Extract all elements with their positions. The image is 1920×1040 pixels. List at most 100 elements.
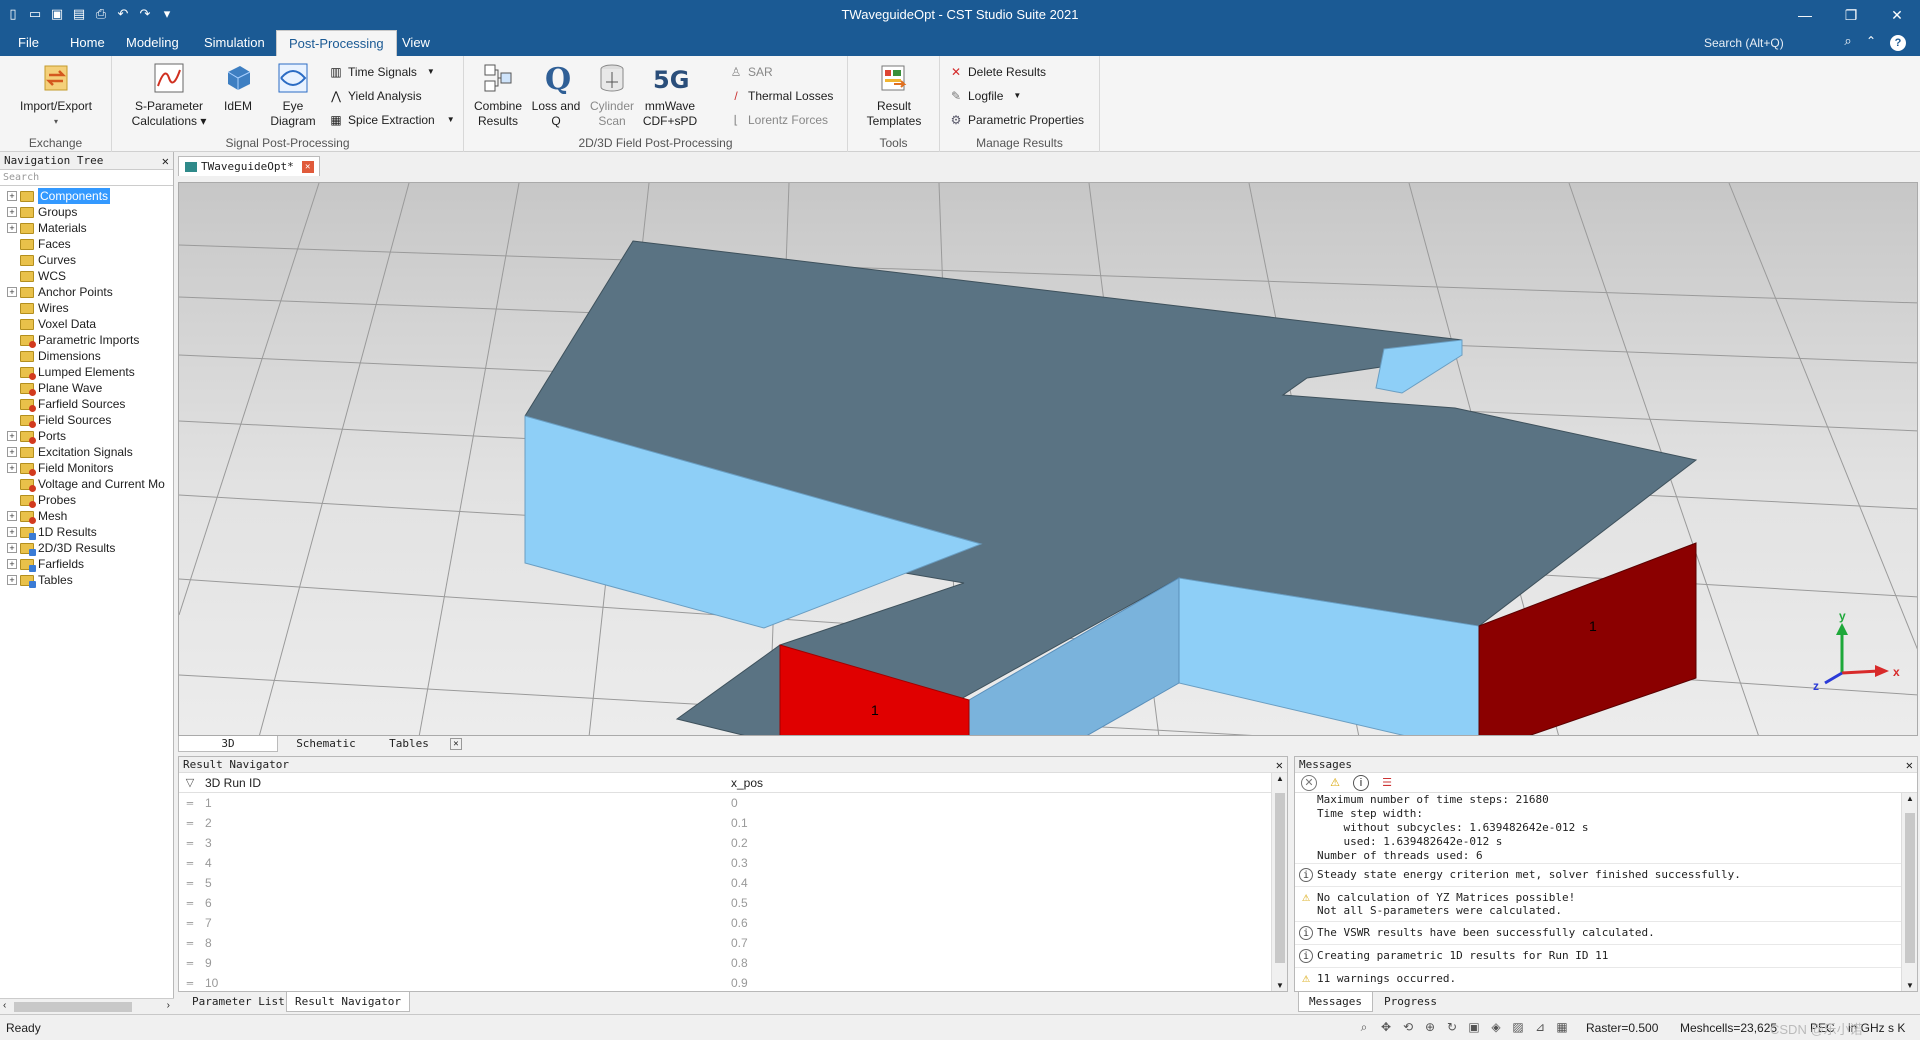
vertical-scrollbar[interactable]: ▲ ▼ [1271,773,1287,991]
scrollbar-thumb[interactable] [1275,793,1285,963]
error-filter-icon[interactable]: ✕ [1301,774,1317,791]
tab-simulation[interactable]: Simulation [192,30,277,56]
idem-button[interactable]: IdEM [210,60,266,114]
thermal-losses-button[interactable]: / Thermal Losses [728,86,833,106]
horizontal-scrollbar[interactable]: ‹ › [0,998,174,1014]
zoom-icon[interactable]: ⊕ [1422,1019,1438,1035]
tree-item[interactable]: + Groups [0,204,173,220]
tab-post-processing[interactable]: Post-Processing [276,30,397,56]
mmwave-button[interactable]: 5G mmWave CDF+sPD [640,60,700,129]
tree-item[interactable]: Curves [0,252,173,268]
tab-modeling[interactable]: Modeling [114,30,191,56]
pan-icon[interactable]: ✥ [1378,1019,1394,1035]
scrollbar-thumb[interactable] [14,1002,132,1012]
s-parameter-calculations-button[interactable]: S-Parameter Calculations ▾ [120,60,218,129]
viewport-canvas[interactable]: 1 1 y x z [179,183,1918,736]
tab-result-navigator[interactable]: Result Navigator [286,992,410,1012]
delete-results-button[interactable]: ✕ Delete Results [948,62,1046,82]
tree-item[interactable]: Wires [0,300,173,316]
parametric-properties-button[interactable]: ⚙ Parametric Properties [948,110,1084,130]
tab-progress[interactable]: Progress [1374,992,1447,1012]
scrollbar-thumb[interactable] [1905,813,1915,963]
expand-icon[interactable]: + [7,527,17,537]
fit-view-icon[interactable]: ▣ [1466,1019,1482,1035]
tree-item[interactable]: + Anchor Points [0,284,173,300]
tree-item[interactable]: Voxel Data [0,316,173,332]
scroll-down-icon[interactable]: ▼ [1906,981,1914,990]
table-row[interactable]: ═ 6 0.5 [179,893,1287,913]
mesh-view-icon[interactable]: ▦ [1554,1019,1570,1035]
lorentz-forces-button[interactable]: ⌊ Lorentz Forces [728,110,828,130]
scroll-down-icon[interactable]: ▼ [1276,981,1284,990]
table-row[interactable]: ═ 7 0.6 [179,913,1287,933]
waveguide-model[interactable] [524,240,1698,736]
expand-icon[interactable]: + [7,223,17,233]
cylinder-scan-button[interactable]: Cylinder Scan [584,60,640,129]
import-export-button[interactable]: Import/Export ▾ [10,60,102,129]
search-icon[interactable]: ⌕ [1838,33,1858,53]
filter-icon[interactable]: ▽ [179,776,201,789]
tree-item[interactable]: + Excitation Signals [0,444,173,460]
table-row[interactable]: ═ 8 0.7 [179,933,1287,953]
help-icon[interactable]: ? [1890,35,1906,51]
tab-view[interactable]: View [390,30,442,56]
tree-item[interactable]: Field Sources [0,412,173,428]
tree-item[interactable]: +2D/3D Results [0,540,173,556]
tree-item[interactable]: + Field Monitors [0,460,173,476]
close-icon[interactable]: ✕ [1276,757,1283,773]
tree-item[interactable]: Probes [0,492,173,508]
tree-item[interactable]: + Materials [0,220,173,236]
tree-item[interactable]: + Components [0,188,173,204]
warning-filter-icon[interactable]: ⚠ [1327,775,1343,791]
restore-button[interactable]: ❐ [1828,0,1874,30]
tab-3d[interactable]: 3D [178,736,278,752]
tree-item[interactable]: + Ports [0,428,173,444]
loss-and-q-button[interactable]: Q Loss and Q [528,60,584,129]
spin-icon[interactable]: ↻ [1444,1019,1460,1035]
column-run-id[interactable]: 3D Run ID [201,776,731,790]
tree-item[interactable]: Dimensions [0,348,173,364]
tree-search-input[interactable]: Search [0,170,173,186]
logfile-button[interactable]: ✎ Logfile ▼ [948,86,1021,106]
expand-icon[interactable]: + [7,287,17,297]
expand-icon[interactable]: + [7,431,17,441]
tree-item[interactable]: Voltage and Current Mo [0,476,173,492]
search-input[interactable]: Search (Alt+Q) [1700,33,1860,53]
info-filter-icon[interactable]: i [1353,774,1369,791]
combine-results-button[interactable]: Combine Results [468,60,528,129]
scroll-up-icon[interactable]: ▲ [1276,774,1284,783]
tab-home[interactable]: Home [58,30,117,56]
document-tab[interactable]: TWaveguideOpt* ✕ [178,156,320,176]
table-row[interactable]: ═ 3 0.2 [179,833,1287,853]
expand-icon[interactable]: + [7,559,17,569]
tree-item[interactable]: WCS [0,268,173,284]
tree-item[interactable]: Farfield Sources [0,396,173,412]
expand-icon[interactable]: + [7,543,17,553]
time-signals-button[interactable]: ▥ Time Signals ▼ [328,62,435,82]
yield-analysis-button[interactable]: ⋀ Yield Analysis [328,86,422,106]
column-x-pos[interactable]: x_pos [731,776,1131,790]
message-entry[interactable]: i The VSWR results have been successfully… [1295,921,1901,944]
tree-item[interactable]: Plane Wave [0,380,173,396]
tree-item[interactable]: Lumped Elements [0,364,173,380]
box-icon[interactable]: ▨ [1510,1019,1526,1035]
message-entry[interactable]: ⚠ No calculation of YZ Matrices possible!… [1295,886,1901,921]
message-entry[interactable]: i Steady state energy criterion met, solv… [1295,863,1901,886]
spice-extraction-button[interactable]: ▦ Spice Extraction ▼ [328,110,454,130]
vertical-scrollbar[interactable]: ▲ ▼ [1901,793,1917,991]
tree-item[interactable]: +1D Results [0,524,173,540]
tree-item[interactable]: + Tables [0,572,173,588]
close-tab-icon[interactable]: ✕ [450,738,462,750]
3d-viewport[interactable]: 1 1 y x z [178,182,1918,736]
tab-tables[interactable]: Tables [374,736,444,752]
table-row[interactable]: ═ 1 0 [179,793,1287,813]
ribbon-toggle-icon[interactable]: ⌃ [1866,34,1876,48]
expand-icon[interactable]: + [7,191,17,201]
expand-icon[interactable]: + [7,447,17,457]
message-entry[interactable]: i Creating parametric 1D results for Run … [1295,944,1901,967]
expand-icon[interactable]: + [7,207,17,217]
table-row[interactable]: ═ 2 0.1 [179,813,1287,833]
table-row[interactable]: ═ 4 0.3 [179,853,1287,873]
sar-button[interactable]: ♙ SAR [728,62,773,82]
tree-item[interactable]: Parametric Imports [0,332,173,348]
